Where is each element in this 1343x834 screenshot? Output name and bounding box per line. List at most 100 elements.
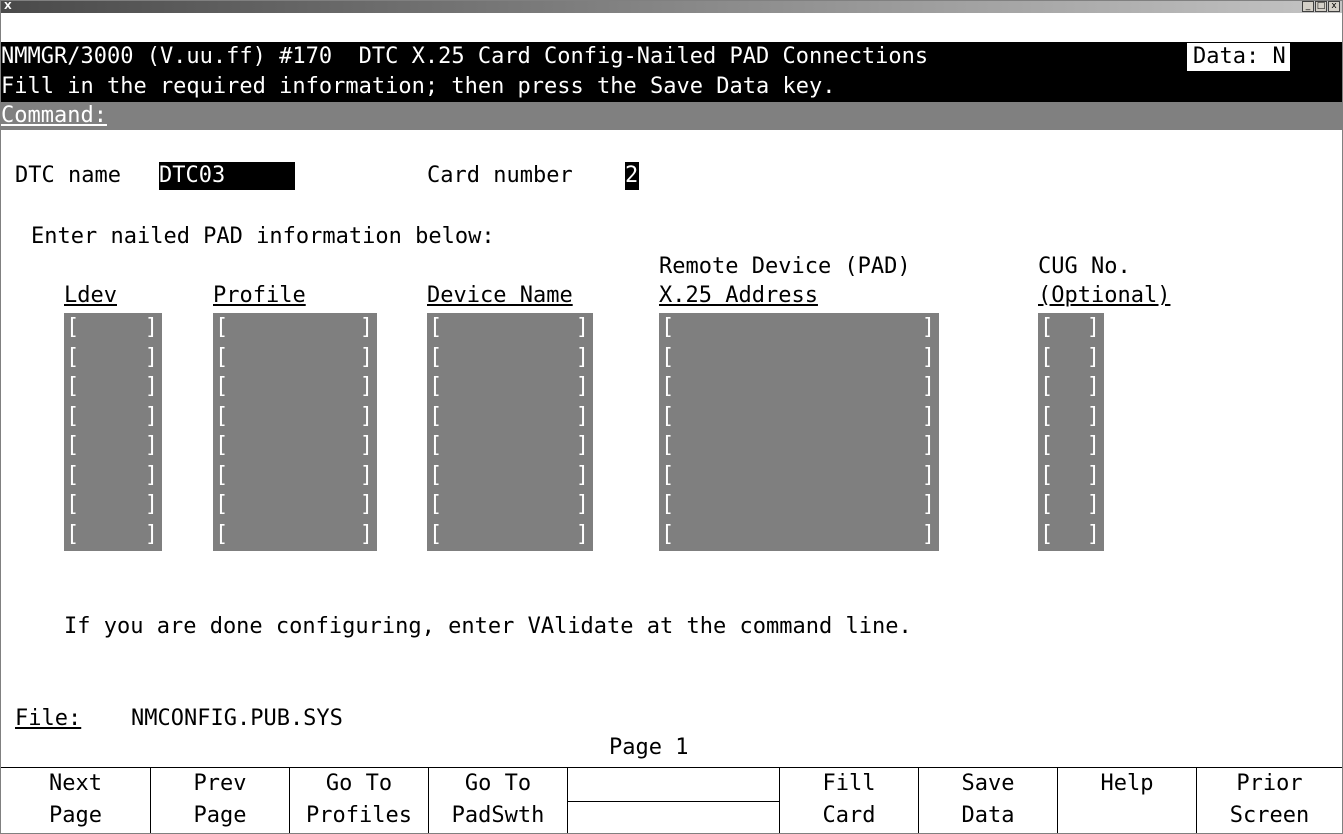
bracket-open: [: [1040, 433, 1054, 458]
device-name-field[interactable]: []: [427, 462, 593, 490]
bracket-close: ]: [575, 315, 589, 340]
device-name-field[interactable]: []: [427, 403, 593, 431]
device-name-field[interactable]: []: [427, 373, 593, 401]
bracket-close: ]: [921, 492, 935, 517]
go-to-padswth-key[interactable]: Go To PadSwth: [429, 768, 568, 833]
profile-field[interactable]: []: [213, 462, 377, 490]
ldev-field[interactable]: []: [64, 314, 162, 342]
ldev-header: Ldev: [64, 283, 117, 308]
bracket-open: [: [1040, 462, 1054, 488]
bracket-open: [: [215, 492, 229, 517]
terminal-window: X _ □ x NMMGR/3000 (V.uu.ff) #170 DTC X.…: [0, 0, 1343, 834]
ldev-field[interactable]: []: [64, 432, 162, 460]
fkey-label-2: Profiles: [306, 803, 412, 828]
fill-card-key[interactable]: Fill Card: [780, 768, 919, 833]
ldev-field[interactable]: []: [64, 462, 162, 490]
remote-address-field[interactable]: []: [659, 491, 939, 519]
bracket-close: ]: [921, 315, 935, 340]
fkey-label-1: Fill: [822, 771, 876, 796]
data-flag: Data: N: [1187, 43, 1290, 71]
cug-field[interactable]: []: [1038, 491, 1104, 519]
card-number-label: Card number: [427, 163, 573, 188]
bracket-open: [: [215, 433, 229, 458]
profile-field[interactable]: []: [213, 521, 377, 549]
device-name-field[interactable]: []: [427, 521, 593, 549]
fkey-label-2: Page: [49, 803, 102, 828]
bracket-open: [: [66, 521, 80, 547]
help-key[interactable]: Help: [1058, 768, 1197, 833]
bracket-open: [: [661, 374, 675, 399]
card-number-field[interactable]: 2: [625, 162, 639, 190]
function-key-bar: Next Page Prev Page Go To Profiles Go To…: [1, 767, 1342, 833]
bracket-close: ]: [359, 492, 373, 517]
profile-field[interactable]: []: [213, 373, 377, 401]
ldev-field[interactable]: []: [64, 491, 162, 519]
remote-header-line1: Remote Device (PAD): [659, 254, 911, 279]
cug-header-line2: (Optional): [1038, 283, 1171, 308]
bracket-open: [: [66, 403, 80, 429]
cug-field[interactable]: []: [1038, 432, 1104, 460]
close-button[interactable]: x: [1328, 1, 1340, 12]
cug-field[interactable]: []: [1038, 403, 1104, 431]
command-line[interactable]: Command:: [1, 102, 1342, 130]
bracket-close: ]: [144, 315, 158, 340]
save-data-key[interactable]: Save Data: [919, 768, 1058, 833]
bracket-open: [: [66, 433, 80, 458]
bracket-open: [: [429, 374, 443, 399]
device-name-field[interactable]: []: [427, 314, 593, 342]
bracket-close: ]: [359, 462, 373, 488]
profile-field[interactable]: []: [213, 344, 377, 372]
remote-address-field[interactable]: []: [659, 432, 939, 460]
device-name-field[interactable]: []: [427, 344, 593, 372]
profile-field[interactable]: []: [213, 432, 377, 460]
maximize-button[interactable]: □: [1315, 1, 1327, 12]
device-name-field[interactable]: []: [427, 432, 593, 460]
remote-address-field[interactable]: []: [659, 403, 939, 431]
bracket-close: ]: [921, 462, 935, 488]
profile-field[interactable]: []: [213, 314, 377, 342]
cug-field[interactable]: []: [1038, 521, 1104, 549]
profile-field[interactable]: []: [213, 491, 377, 519]
bracket-open: [: [661, 521, 675, 547]
minimize-button[interactable]: _: [1302, 1, 1314, 12]
ldev-field[interactable]: []: [64, 344, 162, 372]
device-name-column: [][][][][][][][]: [427, 313, 593, 551]
cug-field[interactable]: []: [1038, 344, 1104, 372]
remote-address-field[interactable]: []: [659, 521, 939, 549]
remote-address-field[interactable]: []: [659, 373, 939, 401]
cug-field[interactable]: []: [1038, 462, 1104, 490]
device-name-field[interactable]: []: [427, 491, 593, 519]
bracket-open: [: [661, 315, 675, 340]
bracket-open: [: [429, 315, 443, 340]
cug-field[interactable]: []: [1038, 373, 1104, 401]
file-value: NMCONFIG.PUB.SYS: [131, 706, 343, 731]
prev-page-key[interactable]: Prev Page: [151, 768, 290, 833]
bracket-open: [: [1040, 315, 1054, 340]
ldev-field[interactable]: []: [64, 403, 162, 431]
prior-screen-key[interactable]: Prior Screen: [1197, 768, 1342, 833]
next-page-key[interactable]: Next Page: [1, 768, 151, 833]
bracket-close: ]: [359, 521, 373, 547]
cug-field[interactable]: []: [1038, 314, 1104, 342]
remote-address-column: [][][][][][][][]: [659, 313, 939, 551]
instruction-bar: Fill in the required information; then p…: [1, 72, 1342, 102]
go-to-profiles-key[interactable]: Go To Profiles: [290, 768, 429, 833]
bracket-open: [: [66, 374, 80, 399]
fkey-label-1: Go To: [464, 771, 532, 796]
screen-title: NMMGR/3000 (V.uu.ff) #170 DTC X.25 Card …: [1, 44, 929, 69]
fkey-label-2: Data: [961, 803, 1015, 828]
bracket-open: [: [429, 344, 443, 370]
remote-address-field[interactable]: []: [659, 462, 939, 490]
bracket-open: [: [661, 462, 675, 488]
blank-key[interactable]: [568, 768, 780, 833]
bracket-close: ]: [575, 492, 589, 517]
ldev-field[interactable]: []: [64, 373, 162, 401]
remote-address-field[interactable]: []: [659, 314, 939, 342]
bracket-close: ]: [575, 521, 589, 547]
dtc-name-field[interactable]: DTC03: [159, 162, 295, 190]
device-name-header: Device Name: [427, 283, 573, 308]
bracket-close: ]: [575, 462, 589, 488]
ldev-field[interactable]: []: [64, 521, 162, 549]
profile-field[interactable]: []: [213, 403, 377, 431]
remote-address-field[interactable]: []: [659, 344, 939, 372]
